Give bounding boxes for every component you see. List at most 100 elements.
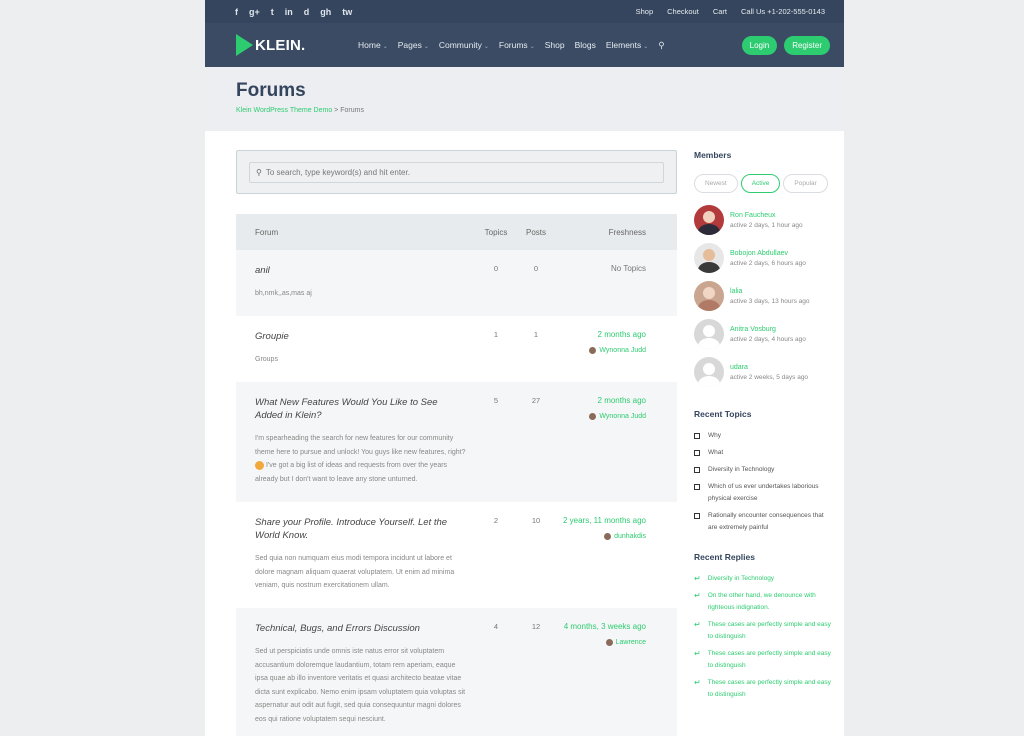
avatar[interactable] (694, 281, 724, 311)
breadcrumb-current: Forums (340, 107, 364, 114)
reply-link[interactable]: These cases are perfectly simple and eas… (708, 648, 834, 672)
avatar[interactable] (694, 243, 724, 273)
avatar[interactable] (694, 319, 724, 349)
site-logo[interactable]: KLEIN. (236, 34, 358, 56)
forum-table-header: Forum Topics Posts Freshness (236, 214, 677, 250)
avatar[interactable] (694, 205, 724, 235)
tab-newest[interactable]: Newest (694, 174, 738, 193)
top-link-phone[interactable]: Call Us +1-202-555-0143 (741, 7, 825, 16)
topic-link[interactable]: What (708, 447, 723, 459)
forum-row: What New Features Would You Like to See … (236, 382, 677, 502)
forum-description: bh,nmk,,as,mas aj (255, 290, 312, 297)
checkbox-icon (694, 450, 700, 456)
member-item: lalia active 3 days, 13 hours ago (694, 277, 834, 315)
list-item[interactable]: Why (694, 430, 834, 442)
forum-row: Groupie Groups 1 1 2 months ago Wynonna … (236, 316, 677, 382)
forum-search-input[interactable]: ⚲ To search, type keyword(s) and hit ent… (249, 162, 664, 183)
list-item[interactable]: What (694, 447, 834, 459)
top-link-checkout[interactable]: Checkout (667, 7, 699, 16)
facebook-icon[interactable]: f (235, 7, 238, 17)
posts-count: 1 (533, 330, 539, 339)
forum-description-part: I'm spearheading the search for new feat… (255, 435, 466, 456)
recent-replies-list: ↵ Diversity in Technology ↵ On the other h… (694, 573, 834, 701)
twitter-icon[interactable]: t (271, 7, 274, 17)
login-button[interactable]: Login (741, 35, 778, 55)
nav-blogs[interactable]: Blogs (575, 40, 596, 50)
forum-title-link[interactable]: Groupie (255, 330, 476, 343)
logo-mark-icon (236, 34, 253, 56)
list-item[interactable]: ↵ These cases are perfectly simple and ea… (694, 677, 834, 701)
nav-community[interactable]: Community ⌄ (439, 40, 489, 50)
last-poster[interactable]: Wynonna Judd (556, 347, 646, 354)
main-menu: Home ⌄ Pages ⌄ Community ⌄ Forums ⌄ Shop Blo… (358, 40, 742, 51)
reply-link[interactable]: On the other hand, we denounce with righ… (708, 590, 834, 614)
checkbox-icon (694, 433, 700, 439)
breadcrumb-home-link[interactable]: Klein WordPress Theme Demo (236, 107, 332, 114)
member-name-link[interactable]: Ron Faucheux (730, 212, 803, 219)
member-item: Ron Faucheux active 2 days, 1 hour ago (694, 201, 834, 239)
member-activity: active 2 days, 6 hours ago (730, 259, 806, 267)
member-name-link[interactable]: Bobojon Abdullaev (730, 250, 806, 257)
top-link-shop[interactable]: Shop (636, 7, 654, 16)
search-icon[interactable]: ⚲ (658, 40, 664, 51)
github-icon[interactable]: gh (320, 7, 331, 17)
members-filter-tabs: Newest Active Popular (694, 174, 834, 193)
member-name-link[interactable]: lalia (730, 288, 810, 295)
forum-description: Sed ut perspiciatis unde omnis iste natu… (255, 648, 466, 723)
nav-elements[interactable]: Elements ⌄ (606, 40, 648, 50)
tab-popular[interactable]: Popular (783, 174, 828, 193)
list-item[interactable]: ↵ These cases are perfectly simple and ea… (694, 619, 834, 643)
last-poster[interactable]: Lawrence (556, 639, 646, 646)
members-widget-title: Members (694, 150, 732, 160)
auth-buttons: Login Register (741, 35, 830, 55)
forum-title-link[interactable]: anil (255, 264, 476, 277)
reply-link[interactable]: These cases are perfectly simple and eas… (708, 677, 834, 701)
list-item[interactable]: ↵ Diversity in Technology (694, 573, 834, 585)
list-item[interactable]: Rationally encounter consequences that a… (694, 510, 834, 534)
logo-text: KLEIN. (255, 36, 306, 54)
member-item: Anitra Vosburg active 2 days, 4 hours ago (694, 315, 834, 353)
forum-title-link[interactable]: Share your Profile. Introduce Yourself. … (255, 516, 476, 542)
last-poster[interactable]: Wynonna Judd (556, 413, 646, 420)
nav-shop[interactable]: Shop (545, 40, 565, 50)
forum-row: Share your Profile. Introduce Yourself. … (236, 502, 677, 608)
forum-title-link[interactable]: Technical, Bugs, and Errors Discussion (255, 622, 476, 635)
list-item[interactable]: Diversity in Technology (694, 464, 834, 476)
member-item: Bobojon Abdullaev active 2 days, 6 hours … (694, 239, 834, 277)
freshness-link[interactable]: 2 years, 11 months ago (556, 516, 646, 525)
main-navbar: KLEIN. Home ⌄ Pages ⌄ Community ⌄ Forums ⌄ S… (205, 23, 844, 67)
google-plus-icon[interactable]: g+ (249, 7, 260, 17)
chevron-down-icon: ⌄ (423, 44, 429, 50)
topic-link[interactable]: Why (708, 430, 721, 442)
topic-link[interactable]: Which of us ever undertakes laborious ph… (708, 481, 834, 505)
last-poster-name: Lawrence (615, 639, 646, 646)
freshness-link[interactable]: 4 months, 3 weeks ago (556, 622, 646, 631)
list-item[interactable]: Which of us ever undertakes laborious ph… (694, 481, 834, 505)
freshness-link[interactable]: 2 months ago (556, 396, 646, 405)
forum-title-link[interactable]: What New Features Would You Like to See … (255, 396, 476, 422)
freshness-link[interactable]: 2 months ago (556, 330, 646, 339)
topic-link[interactable]: Rationally encounter consequences that a… (708, 510, 834, 534)
nav-pages-label: Pages (397, 40, 422, 50)
linkedin-icon[interactable]: in (285, 7, 293, 17)
sidebar: Members Newest Active Popular Ron Fauche… (694, 150, 834, 706)
nav-forums[interactable]: Forums ⌄ (499, 40, 535, 50)
twitch-icon[interactable]: tw (342, 7, 352, 17)
member-name-link[interactable]: udara (730, 364, 808, 371)
breadcrumb: Klein WordPress Theme Demo > Forums (236, 107, 813, 114)
dribbble-icon[interactable]: d (304, 7, 310, 17)
list-item[interactable]: ↵ These cases are perfectly simple and ea… (694, 648, 834, 672)
avatar[interactable] (694, 357, 724, 387)
member-name-link[interactable]: Anitra Vosburg (730, 326, 806, 333)
reply-link[interactable]: These cases are perfectly simple and eas… (708, 619, 834, 643)
topic-link[interactable]: Diversity in Technology (708, 464, 774, 476)
register-button[interactable]: Register (784, 35, 830, 55)
avatar (589, 347, 597, 354)
reply-link[interactable]: Diversity in Technology (708, 573, 774, 585)
nav-home[interactable]: Home ⌄ (358, 40, 388, 50)
nav-pages[interactable]: Pages ⌄ (398, 40, 429, 50)
list-item[interactable]: ↵ On the other hand, we denounce with rig… (694, 590, 834, 614)
tab-active[interactable]: Active (740, 174, 781, 193)
last-poster[interactable]: dunhakdis (556, 533, 646, 540)
top-link-cart[interactable]: Cart (713, 7, 727, 16)
